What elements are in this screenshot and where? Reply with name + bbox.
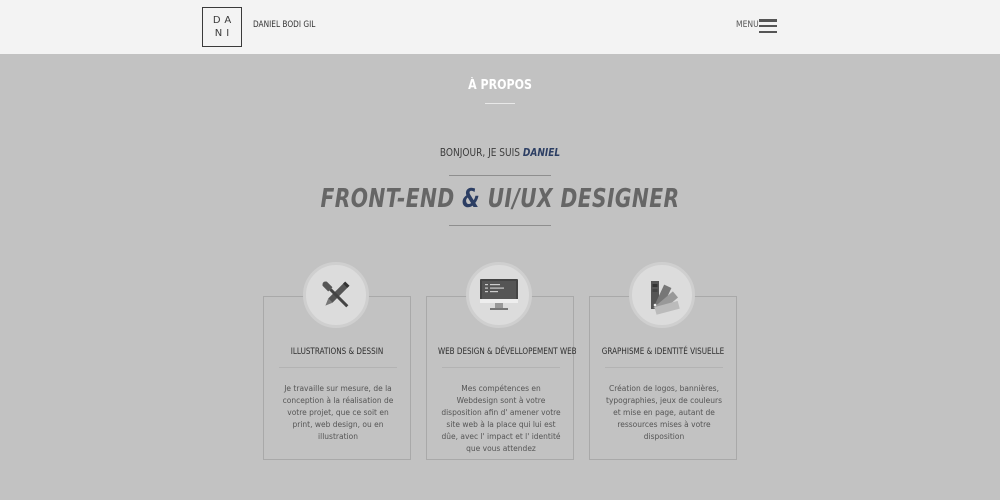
greeting: BONJOUR, JE SUIS DANIEL [90,146,910,159]
title-divider [485,103,515,104]
hamburger-menu-icon[interactable] [759,19,777,33]
menu-label[interactable]: MENU [736,20,759,30]
logo-line-1: DA [212,15,236,26]
brand-name[interactable]: DANIEL BODI GIL [253,20,315,30]
site-header: DA NI DANIEL BODI GIL MENU [0,0,1000,54]
color-palette-icon [629,262,695,328]
service-title: GRAPHISME & IDENTITÉ VISUELLE [601,347,725,357]
headline-divider [449,225,551,226]
service-divider [605,367,723,368]
headline-part-2: UI/UX DESIGNER [480,184,680,214]
service-divider [442,367,560,368]
greeting-name: DANIEL [522,146,561,159]
service-title: ILLUSTRATIONS & DESSIN [290,347,384,357]
logo-line-2: NI [214,28,234,39]
brush-pencil-icon [303,262,369,328]
logo[interactable]: DA NI [202,7,242,47]
headline: FRONT-END & UI/UX DESIGNER [110,184,890,214]
greeting-divider [449,175,551,176]
monitor-code-icon [466,262,532,328]
section-title: À PROPOS [468,78,532,93]
greeting-text: BONJOUR, JE SUIS [439,146,523,159]
headline-part-1: FRONT-END [320,184,463,214]
headline-ampersand: & [462,184,481,214]
service-title: WEB DESIGN & DÉVELLOPEMENT WEB [437,347,577,357]
service-description: Je travaille sur mesure, de la conceptio… [282,384,394,441]
service-divider [279,367,397,368]
service-description: Mes compétences en Webdesign sont à votr… [441,384,561,453]
service-description: Création de logos, bannières, typographi… [606,384,722,441]
